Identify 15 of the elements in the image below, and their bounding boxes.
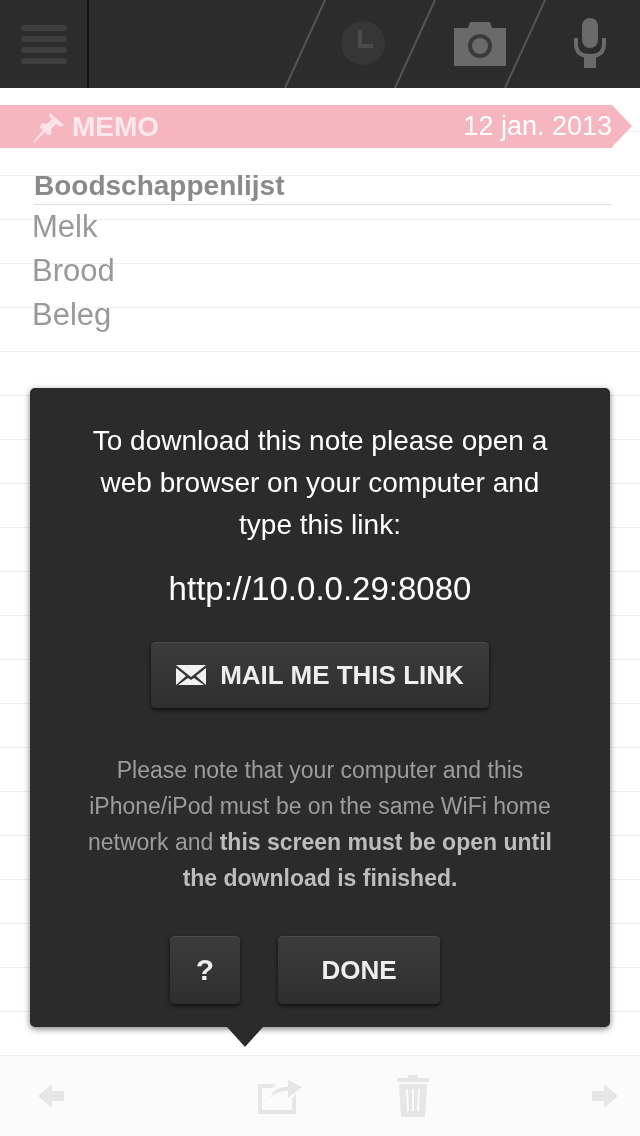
network-note: Please note that your computer and this iPhone/iPod must be on the same WiFi home network and this screen must be open until the download is finished. xyxy=(87,756,553,893)
note-line: Brood xyxy=(32,252,116,290)
note-line: Beleg xyxy=(32,296,113,334)
note-line: Melk xyxy=(32,208,99,246)
envelope-icon xyxy=(176,665,207,685)
clock-icon[interactable] xyxy=(340,20,386,66)
download-instructions: To download this note please open a web browser on your computer and type this link: xyxy=(92,424,548,542)
pushpin-icon xyxy=(32,110,66,143)
note-date: 12 jan. 2013 xyxy=(463,111,612,142)
done-button[interactable]: DONE xyxy=(278,936,440,1004)
help-button[interactable]: ? xyxy=(170,936,240,1004)
note-title: Boodschappenlijst xyxy=(34,170,612,205)
camera-icon[interactable] xyxy=(454,22,506,66)
mail-link-button[interactable]: MAIL ME THIS LINK xyxy=(151,642,489,708)
microphone-icon[interactable] xyxy=(574,18,606,68)
